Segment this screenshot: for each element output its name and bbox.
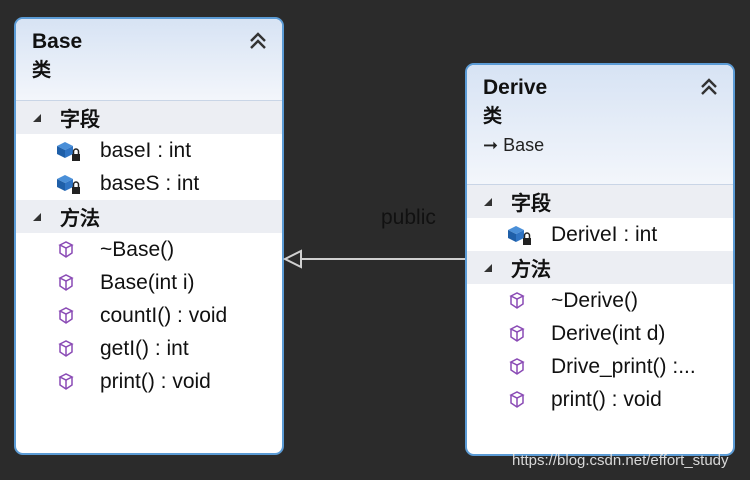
field-lock-icon — [508, 225, 531, 245]
class-stereotype: 类 — [483, 106, 503, 127]
method-item[interactable]: Derive(int d) — [467, 317, 733, 350]
method-cube-icon — [509, 324, 525, 342]
section-fields[interactable]: 字段 — [467, 185, 733, 218]
expand-triangle-icon[interactable] — [483, 263, 493, 273]
field-item[interactable]: DeriveI : int — [467, 218, 733, 251]
method-label: ~Derive() — [551, 288, 638, 312]
method-cube-icon — [509, 357, 525, 375]
class-name: Derive — [483, 76, 548, 99]
section-label: 字段 — [511, 193, 551, 215]
field-label: DeriveI : int — [551, 222, 658, 246]
inherits-arrow-icon: ➞ — [483, 135, 499, 155]
method-item[interactable]: ~Derive() — [467, 284, 733, 317]
parent-class: ➞ Base — [483, 131, 719, 159]
parent-class-name: Base — [503, 135, 545, 155]
method-item[interactable]: print() : void — [467, 383, 733, 416]
expand-triangle-icon[interactable] — [483, 197, 493, 207]
class-box-derive[interactable]: Derive 类 ➞ Base 字段 DeriveI : int 方法 ~Der… — [465, 63, 735, 456]
method-item[interactable]: Drive_print() :... — [467, 350, 733, 383]
section-label: 方法 — [511, 259, 551, 281]
relation-label: public — [381, 206, 436, 229]
method-label: Drive_print() :... — [551, 354, 696, 378]
method-label: print() : void — [551, 387, 662, 411]
watermark: https://blog.csdn.net/effort_study — [512, 452, 729, 469]
inheritance-arrow-icon — [282, 249, 302, 269]
collapse-icon[interactable] — [697, 75, 721, 99]
class-header-derive: Derive 类 ➞ Base — [467, 65, 733, 185]
method-label: Derive(int d) — [551, 321, 666, 345]
section-methods[interactable]: 方法 — [467, 251, 733, 284]
method-cube-icon — [509, 291, 525, 309]
method-cube-icon — [509, 390, 525, 408]
